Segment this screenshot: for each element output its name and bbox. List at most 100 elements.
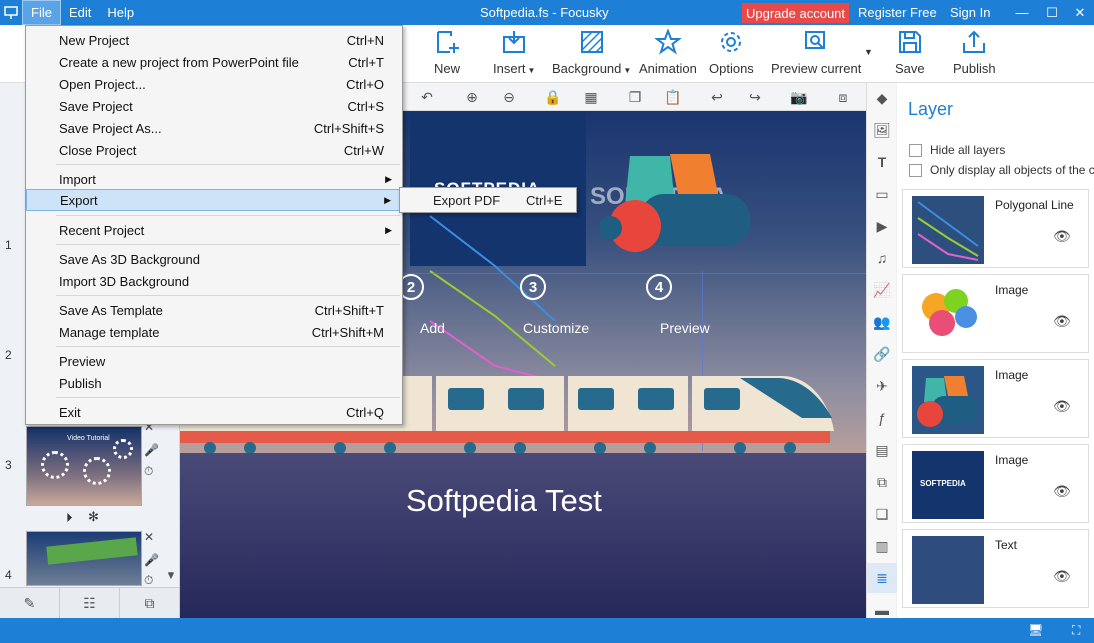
html-icon[interactable]: ▤ bbox=[873, 441, 891, 459]
menu-exit[interactable]: Exit Ctrl+Q bbox=[26, 401, 402, 423]
fullscreen-icon[interactable]: ⛶ bbox=[1072, 623, 1088, 637]
more-icon[interactable]: ▬ bbox=[873, 601, 891, 619]
slide-transform-icon[interactable]: ⧉ bbox=[120, 588, 180, 618]
checkbox[interactable] bbox=[909, 143, 922, 157]
frame-icon[interactable]: ⧈ bbox=[834, 88, 852, 106]
publish-button[interactable]: Publish bbox=[953, 29, 996, 76]
rotate-icon[interactable]: ↶ bbox=[418, 88, 436, 106]
options-button[interactable]: Options bbox=[709, 29, 754, 76]
preview-current-button[interactable]: Preview current bbox=[771, 29, 861, 76]
menu-edit[interactable]: Edit bbox=[61, 0, 99, 25]
video-icon[interactable]: ▶ bbox=[873, 217, 891, 235]
chart-icon[interactable]: 📈 bbox=[873, 281, 891, 299]
minimize-icon[interactable]: — bbox=[1010, 0, 1034, 25]
layout-icon[interactable]: ▥ bbox=[873, 537, 891, 555]
eye-icon[interactable]: 👁 bbox=[1053, 483, 1071, 500]
music-icon[interactable]: ♫ bbox=[873, 249, 891, 267]
link-icon[interactable]: 🔗 bbox=[873, 345, 891, 363]
text-icon[interactable]: T bbox=[873, 153, 891, 171]
menu-save-as-template[interactable]: Save As Template Ctrl+Shift+T bbox=[26, 299, 402, 321]
insert-button[interactable]: Insert ▼ bbox=[493, 29, 535, 76]
layers-icon[interactable]: ≣ bbox=[867, 563, 897, 593]
timer-icon[interactable]: ⏱ bbox=[144, 573, 153, 588]
eye-icon[interactable]: 👁 bbox=[1053, 568, 1071, 585]
preview-dropdown-icon[interactable]: ▼ bbox=[864, 47, 873, 57]
slide-title-text[interactable]: Softpedia Test bbox=[406, 483, 602, 519]
copy-icon[interactable]: ❐ bbox=[626, 88, 644, 106]
layer-item[interactable]: Polygonal Line 👁 bbox=[902, 189, 1089, 268]
background-button[interactable]: Background ▼ bbox=[552, 29, 631, 76]
slide-notes-icon[interactable]: ☷ bbox=[60, 588, 120, 618]
grid-icon[interactable]: ▦ bbox=[582, 88, 600, 106]
zoom-in-icon[interactable]: ⊕ bbox=[463, 88, 481, 106]
gear-icon[interactable]: ✻ bbox=[88, 509, 99, 525]
checkbox[interactable] bbox=[909, 163, 922, 177]
chevron-right-icon: ▶ bbox=[385, 224, 392, 235]
menu-new-project[interactable]: New Project Ctrl+N bbox=[26, 29, 402, 51]
hide-all-layers-checkbox[interactable]: Hide all layers bbox=[909, 143, 1005, 157]
microphone-icon[interactable]: 🎤 bbox=[144, 553, 159, 567]
menu-recent-project[interactable]: Recent Project ▶ bbox=[26, 219, 402, 241]
menu-open-project[interactable]: Open Project... Ctrl+O bbox=[26, 73, 402, 95]
menu-close-project[interactable]: Close Project Ctrl+W bbox=[26, 139, 402, 161]
gallery-icon[interactable]: ⧉ bbox=[873, 473, 891, 491]
menu-preview[interactable]: Preview bbox=[26, 350, 402, 372]
edit-slide-icon[interactable]: ✎ bbox=[0, 588, 60, 618]
pages-icon[interactable]: ❏ bbox=[873, 505, 891, 523]
upgrade-account-button[interactable]: Upgrade account bbox=[742, 3, 850, 23]
microphone-icon[interactable]: 🎤 bbox=[144, 443, 159, 457]
menu-manage-template[interactable]: Manage template Ctrl+Shift+M bbox=[26, 321, 402, 343]
menu-save-3d-background[interactable]: Save As 3D Background bbox=[26, 248, 402, 270]
flash-icon[interactable]: ƒ bbox=[873, 409, 891, 427]
menu-create-from-ppt[interactable]: Create a new project from PowerPoint fil… bbox=[26, 51, 402, 73]
image-icon[interactable]: 🖼 bbox=[873, 121, 891, 139]
shape-icon[interactable]: ◆ bbox=[873, 89, 891, 107]
menu-save-project-as[interactable]: Save Project As... Ctrl+Shift+S bbox=[26, 117, 402, 139]
eye-icon[interactable]: 👁 bbox=[1053, 228, 1071, 245]
menu-file[interactable]: File bbox=[22, 0, 61, 25]
delete-slide-icon[interactable]: ✕ bbox=[144, 530, 154, 544]
menu-export-pdf[interactable]: Export PDF bbox=[433, 193, 500, 208]
new-button[interactable]: New bbox=[434, 29, 460, 76]
polygonal-line-chart[interactable] bbox=[420, 211, 560, 391]
canvas-scroll-down-icon[interactable]: ▼ bbox=[166, 570, 176, 581]
redo-icon[interactable]: ↪ bbox=[746, 88, 764, 106]
only-display-checkbox[interactable]: Only display all objects of the c bbox=[909, 163, 1094, 177]
menu-label: New Project bbox=[59, 32, 130, 48]
monitor-icon[interactable]: 🖥 bbox=[1028, 623, 1044, 637]
menu-export[interactable]: Export ▶ bbox=[26, 189, 402, 211]
layer-item[interactable]: SOFTPEDIA Image 👁 bbox=[902, 444, 1089, 523]
menu-help[interactable]: Help bbox=[99, 0, 142, 25]
layer-item[interactable]: Image 👁 bbox=[902, 359, 1089, 438]
character-icon[interactable]: 👥 bbox=[873, 313, 891, 331]
tractor-graphic[interactable] bbox=[600, 146, 770, 256]
svg-icon[interactable]: ▭ bbox=[873, 185, 891, 203]
menu-save-project[interactable]: Save Project Ctrl+S bbox=[26, 95, 402, 117]
paste-icon[interactable]: 📋 bbox=[664, 88, 682, 106]
sign-in-link[interactable]: Sign In bbox=[950, 0, 990, 25]
slide-thumbnail-3[interactable]: Video Tutorial bbox=[26, 426, 142, 506]
eye-icon[interactable]: 👁 bbox=[1053, 313, 1071, 330]
menu-publish[interactable]: Publish bbox=[26, 372, 402, 394]
register-free-link[interactable]: Register Free bbox=[858, 0, 937, 25]
eye-icon[interactable]: 👁 bbox=[1053, 398, 1071, 415]
slide-thumbnail-4[interactable] bbox=[26, 531, 142, 586]
layer-item[interactable]: Image 👁 bbox=[902, 274, 1089, 353]
menu-label: Open Project... bbox=[59, 76, 146, 92]
layer-item[interactable]: Text 👁 bbox=[902, 529, 1089, 608]
camera-icon[interactable]: 📷 bbox=[790, 88, 808, 106]
slide-number: 2 bbox=[5, 348, 12, 362]
save-button[interactable]: Save bbox=[895, 29, 925, 76]
animation-button[interactable]: Animation bbox=[639, 29, 697, 76]
undo-icon[interactable]: ↩ bbox=[708, 88, 726, 106]
zoom-out-icon[interactable]: ⊖ bbox=[500, 88, 518, 106]
timer-icon[interactable]: ⏱ bbox=[144, 464, 153, 479]
menu-shortcut: Ctrl+W bbox=[343, 142, 384, 158]
maximize-icon[interactable]: ☐ bbox=[1040, 0, 1064, 25]
menu-import[interactable]: Import ▶ bbox=[26, 168, 402, 190]
play-icon[interactable]: ⏵ bbox=[66, 510, 73, 526]
menu-import-3d-background[interactable]: Import 3D Background bbox=[26, 270, 402, 292]
plane-icon[interactable]: ✈ bbox=[873, 377, 891, 395]
lock-icon[interactable]: 🔒 bbox=[544, 88, 562, 106]
close-icon[interactable]: ✕ bbox=[1068, 0, 1092, 25]
